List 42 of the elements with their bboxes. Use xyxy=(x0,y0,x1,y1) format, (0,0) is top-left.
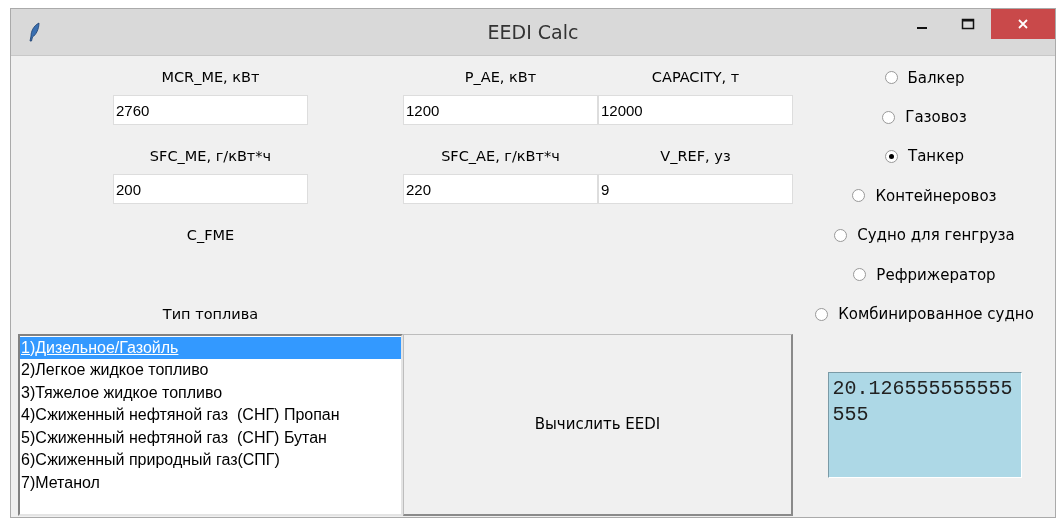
input-field[interactable]: 1200 xyxy=(403,95,598,126)
field-label: V_REF, уз xyxy=(660,148,731,165)
list-item[interactable]: 7)Метанол xyxy=(20,471,401,495)
result-box: 20.126555555555555 xyxy=(827,371,1022,478)
field-label: MCR_ME, кВт xyxy=(161,69,260,86)
radio-button[interactable] xyxy=(815,307,829,321)
input-field[interactable]: 220 xyxy=(403,174,598,205)
field-label: C_FME xyxy=(185,226,236,246)
field-label: SFC_AE, г/кВт*ч xyxy=(441,148,560,165)
radio-button[interactable] xyxy=(885,149,898,163)
feather-icon xyxy=(29,22,41,42)
list-item[interactable]: 3)Тяжелое жидкое топливо xyxy=(20,381,401,405)
radio-label[interactable]: Комбинированное судно xyxy=(838,305,1034,324)
calculate-button[interactable]: Вычислить EEDI xyxy=(403,333,793,516)
list-item[interactable]: 4)Сжиженный нефтяной газ (СНГ) Пропан xyxy=(20,404,401,427)
radio-button[interactable] xyxy=(853,268,867,282)
radio-button[interactable] xyxy=(834,228,848,242)
field-label: Тип топлива xyxy=(161,305,260,325)
field-label: CAPACITY, т xyxy=(651,69,740,86)
input-field[interactable]: 200 xyxy=(113,174,308,205)
fuel-listbox[interactable]: 1)Дизельное/Газойль 2)Легкое жидкое топливо 3)Тяжелое жидкое топливо 4)Сжиженный нефтяной газ (СНГ) Пропан 5)Сжиженный нефтяной газ (СНГ) Бутан 6)Сжиженный природный газ(СПГ) 7)Метанол xyxy=(18,333,403,516)
minimize-icon xyxy=(917,27,927,29)
maximize-icon xyxy=(961,18,975,30)
window-title: EEDI Calc xyxy=(487,21,579,43)
input-field[interactable]: 9 xyxy=(598,174,793,205)
radio-button[interactable] xyxy=(852,189,866,203)
radio-label[interactable]: Рефрижератор xyxy=(876,265,996,284)
field-label: P_AE, кВт xyxy=(464,69,537,86)
radio-label[interactable]: Танкер xyxy=(908,147,964,166)
input-field[interactable]: 12000 xyxy=(598,95,793,126)
close-icon xyxy=(1017,18,1029,30)
radio-label[interactable]: Балкер xyxy=(907,68,965,87)
list-item[interactable]: 6)Сжиженный природный газ(СПГ) xyxy=(20,449,401,472)
radio-label[interactable]: Судно для генгруза xyxy=(857,226,1015,245)
radio-button[interactable] xyxy=(882,110,896,124)
radio-button[interactable] xyxy=(884,71,898,85)
radio-label[interactable]: Контейнеровоз xyxy=(875,186,997,205)
radio-label[interactable]: Газовоз xyxy=(905,108,967,127)
input-field[interactable]: 2760 xyxy=(113,95,308,126)
list-item[interactable]: 5)Сжиженный нефтяной газ (СНГ) Бутан xyxy=(20,426,401,450)
field-label: SFC_ME, г/кВт*ч xyxy=(149,148,272,165)
list-item[interactable]: 2)Легкое жидкое топливо xyxy=(20,359,401,382)
